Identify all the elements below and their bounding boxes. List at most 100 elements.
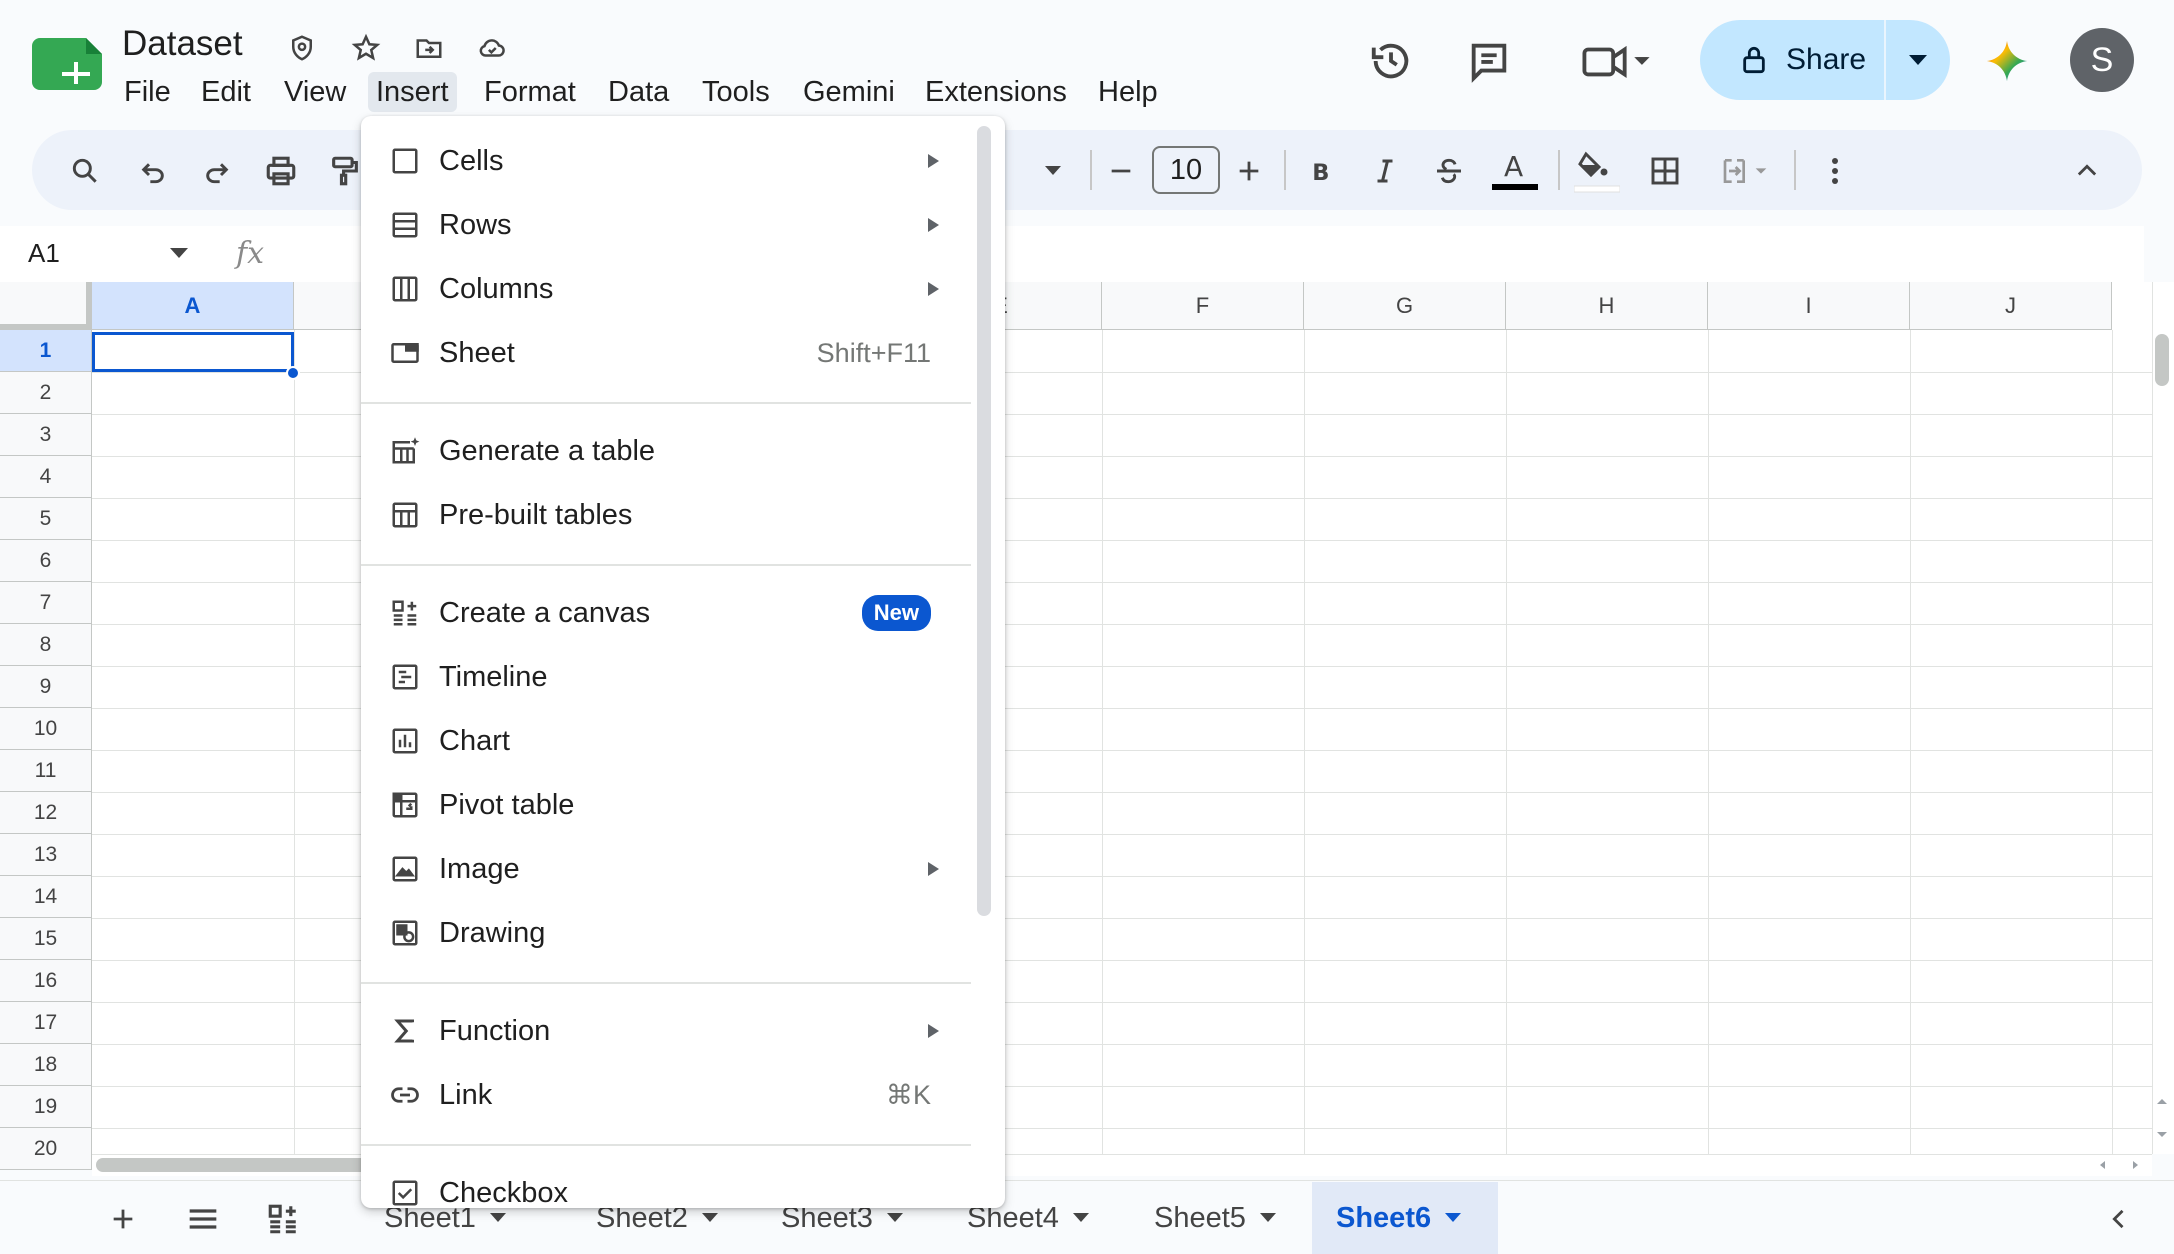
menu-item-pre-built-tables[interactable]: Pre-built tables: [361, 484, 961, 546]
sheet-tab-dropdown-icon[interactable]: [1445, 1213, 1462, 1223]
select-all-corner[interactable]: [0, 282, 92, 330]
row-header-3[interactable]: 3: [0, 414, 92, 456]
menu-item-chart[interactable]: Chart: [361, 710, 961, 772]
column-header-g[interactable]: G: [1304, 282, 1506, 330]
menu-item-checkbox[interactable]: Checkbox: [361, 1162, 961, 1224]
scroll-sheets-left-icon[interactable]: [2096, 1196, 2142, 1242]
avatar[interactable]: S: [2070, 28, 2134, 92]
name-box-dropdown-icon[interactable]: [170, 248, 188, 258]
row-header-5[interactable]: 5: [0, 498, 92, 540]
redo-icon[interactable]: [194, 148, 240, 194]
menu-format[interactable]: Format: [476, 72, 584, 112]
explore-canvas-icon[interactable]: [260, 1196, 306, 1242]
row-header-13[interactable]: 13: [0, 834, 92, 876]
row-header-4[interactable]: 4: [0, 456, 92, 498]
strikethrough-icon[interactable]: [1426, 148, 1472, 194]
menu-item-columns[interactable]: Columns: [361, 258, 961, 320]
row-header-7[interactable]: 7: [0, 582, 92, 624]
menu-view[interactable]: View: [276, 72, 354, 112]
spreadsheet-grid[interactable]: [0, 282, 2152, 1154]
menu-item-timeline[interactable]: Timeline: [361, 646, 961, 708]
sheet-tab-sheet6[interactable]: Sheet6: [1312, 1182, 1498, 1254]
menu-item-drawing[interactable]: Drawing: [361, 902, 961, 964]
scroll-right-icon[interactable]: [2128, 1158, 2142, 1172]
scroll-left-icon[interactable]: [2096, 1158, 2110, 1172]
selected-cell[interactable]: [92, 332, 294, 372]
cloud-saved-icon[interactable]: [474, 30, 510, 66]
menu-data[interactable]: Data: [600, 72, 677, 112]
vertical-scrollbar[interactable]: [2152, 282, 2174, 1154]
move-folder-icon[interactable]: [411, 30, 447, 66]
sheet-tab-sheet5[interactable]: Sheet5: [1130, 1182, 1300, 1254]
row-header-15[interactable]: 15: [0, 918, 92, 960]
bold-icon[interactable]: B: [1298, 148, 1344, 194]
scroll-up-icon[interactable]: [2155, 1096, 2169, 1106]
version-history-icon[interactable]: [1364, 36, 1418, 86]
row-header-10[interactable]: 10: [0, 708, 92, 750]
menu-item-link[interactable]: Link ⌘K: [361, 1064, 961, 1126]
borders-icon[interactable]: [1642, 148, 1688, 194]
row-header-20[interactable]: 20: [0, 1128, 92, 1170]
fill-handle[interactable]: [286, 366, 300, 380]
add-sheet-icon[interactable]: [100, 1196, 146, 1242]
row-header-12[interactable]: 12: [0, 792, 92, 834]
row-header-18[interactable]: 18: [0, 1044, 92, 1086]
column-header-h[interactable]: H: [1506, 282, 1708, 330]
vertical-scroll-thumb[interactable]: [2155, 334, 2169, 386]
menu-item-function[interactable]: Function: [361, 1000, 961, 1062]
comments-icon[interactable]: [1462, 36, 1516, 86]
search-icon[interactable]: [62, 148, 108, 194]
menu-file[interactable]: File: [116, 72, 179, 112]
sheets-logo-icon[interactable]: [32, 38, 102, 90]
sheet-tab-dropdown-icon[interactable]: [1072, 1213, 1089, 1223]
menu-edit[interactable]: Edit: [193, 72, 259, 112]
menu-gemini[interactable]: Gemini: [795, 72, 903, 112]
merge-cells-icon[interactable]: [1710, 148, 1780, 194]
row-header-17[interactable]: 17: [0, 1002, 92, 1044]
sheet-tab-dropdown-icon[interactable]: [1259, 1213, 1276, 1223]
scroll-down-icon[interactable]: [2155, 1130, 2169, 1140]
row-header-14[interactable]: 14: [0, 876, 92, 918]
menu-item-create-a-canvas[interactable]: Create a canvas New: [361, 582, 961, 644]
fill-color-icon[interactable]: [1574, 146, 1620, 196]
menu-tools[interactable]: Tools: [694, 72, 778, 112]
share-button[interactable]: Share: [1700, 20, 1950, 100]
horizontal-scroll-thumb[interactable]: [96, 1158, 376, 1172]
menu-help[interactable]: Help: [1090, 72, 1166, 112]
menu-item-generate-a-table[interactable]: Generate a table: [361, 420, 961, 482]
meet-video-icon[interactable]: [1572, 36, 1662, 86]
menu-item-image[interactable]: Image: [361, 838, 961, 900]
italic-icon[interactable]: [1362, 148, 1408, 194]
name-box[interactable]: A1: [28, 238, 60, 269]
font-size-input[interactable]: 10: [1152, 146, 1220, 194]
menu-extensions[interactable]: Extensions: [917, 72, 1075, 112]
document-title[interactable]: Dataset: [122, 24, 243, 64]
font-dropdown-icon[interactable]: [1030, 148, 1076, 194]
menu-scrollbar-thumb[interactable]: [977, 126, 991, 916]
column-header-a[interactable]: A: [92, 282, 294, 330]
text-color-icon[interactable]: A: [1492, 146, 1538, 196]
column-header-i[interactable]: I: [1708, 282, 1910, 330]
menu-item-rows[interactable]: Rows: [361, 194, 961, 256]
undo-icon[interactable]: [130, 148, 176, 194]
row-header-8[interactable]: 8: [0, 624, 92, 666]
all-sheets-icon[interactable]: [180, 1196, 226, 1242]
row-header-16[interactable]: 16: [0, 960, 92, 1002]
share-dropdown-icon[interactable]: [1886, 20, 1950, 100]
menu-item-pivot-table[interactable]: Pivot table: [361, 774, 961, 836]
column-header-f[interactable]: F: [1102, 282, 1304, 330]
collapse-toolbar-icon[interactable]: [2064, 148, 2110, 194]
row-header-6[interactable]: 6: [0, 540, 92, 582]
row-header-1[interactable]: 1: [0, 330, 92, 372]
increase-font-size-icon[interactable]: [1226, 148, 1272, 194]
more-options-icon[interactable]: [1812, 148, 1858, 194]
row-header-9[interactable]: 9: [0, 666, 92, 708]
row-header-11[interactable]: 11: [0, 750, 92, 792]
column-header-j[interactable]: J: [1910, 282, 2112, 330]
menu-item-cells[interactable]: Cells: [361, 130, 961, 192]
decrease-font-size-icon[interactable]: [1098, 148, 1144, 194]
star-icon[interactable]: [348, 30, 384, 66]
row-header-2[interactable]: 2: [0, 372, 92, 414]
shield-icon[interactable]: [284, 30, 320, 66]
menu-insert[interactable]: Insert: [368, 72, 457, 112]
